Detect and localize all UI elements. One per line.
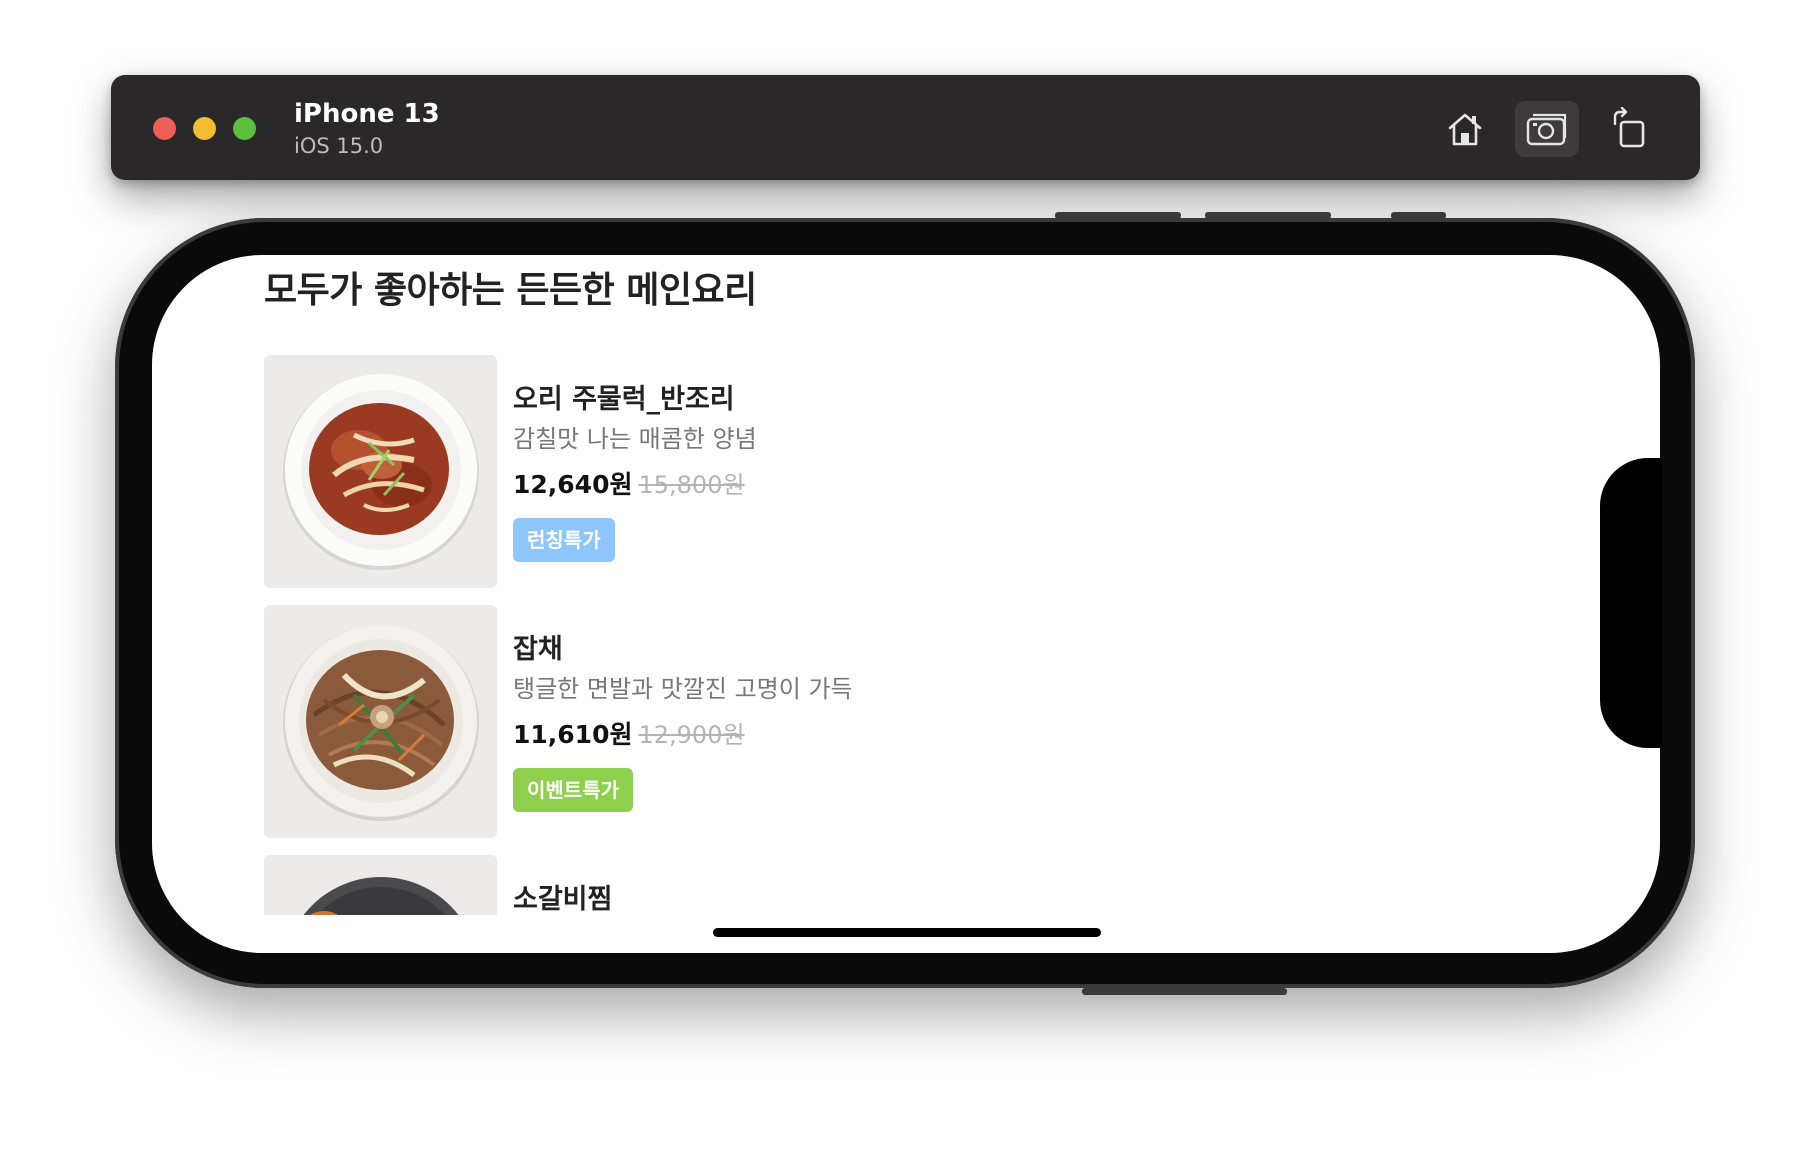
original-price: 12,900원 [638, 721, 745, 749]
original-price: 15,800원 [638, 471, 745, 499]
device-name: iPhone 13 [294, 99, 440, 129]
rotate-button[interactable] [1597, 101, 1661, 157]
promo-badge: 런칭특가 [513, 518, 615, 562]
volume-up-side-button [1055, 212, 1181, 219]
promo-badge: 이벤트특가 [513, 768, 633, 812]
minimize-window-button[interactable] [193, 117, 216, 140]
power-side-button [1082, 988, 1287, 995]
home-indicator[interactable] [713, 928, 1101, 937]
product-image-duck [264, 355, 497, 588]
product-name: 오리 주물럭_반조리 [513, 384, 735, 415]
sale-price: 12,640원 [513, 470, 633, 499]
product-description: 탱글한 면발과 맛깔진 고명이 가득 [513, 675, 853, 703]
price-row: 12,640원 15,800원 [513, 465, 1113, 508]
product-description: 감칠맛 나는 매콤한 양념 [513, 425, 757, 453]
product-info: 소갈비찜 [513, 881, 1113, 915]
simulator-titlebar: iPhone 13 iOS 15.0 [111, 75, 1700, 180]
mute-side-button [1391, 212, 1446, 219]
product-info: 오리 주물럭_반조리 감칠맛 나는 매콤한 양념 12,640원 15,800원 … [513, 381, 1113, 562]
os-version: iOS 15.0 [294, 134, 384, 158]
zoom-window-button[interactable] [233, 117, 256, 140]
screenshot-button[interactable] [1515, 101, 1579, 157]
product-image-japchae [264, 605, 497, 838]
section-title: 모두가 좋아하는 든든한 메인요리 [264, 270, 757, 311]
camera-icon [1526, 113, 1567, 146]
product-info: 잡채 탱글한 면발과 맛깔진 고명이 가득 11,610원 12,900원 이벤트… [513, 631, 1113, 812]
home-button[interactable] [1433, 101, 1497, 157]
scroll-view[interactable]: 모두가 좋아하는 든든한 메인요리 오리 주물럭_반조리 감칠맛 나는 매콤한 … [152, 255, 1660, 915]
price-row: 11,610원 12,900원 [513, 715, 1113, 758]
product-image-galbijjim [264, 855, 497, 915]
volume-down-side-button [1205, 212, 1331, 219]
close-window-button[interactable] [153, 117, 176, 140]
home-icon [1448, 113, 1482, 146]
sensor-notch [1600, 458, 1662, 748]
product-name: 잡채 [513, 634, 563, 665]
rotate-icon [1613, 107, 1645, 148]
device-screen: 모두가 좋아하는 든든한 메인요리 오리 주물럭_반조리 감칠맛 나는 매콤한 … [152, 255, 1660, 953]
sale-price: 11,610원 [513, 720, 633, 749]
product-name: 소갈비찜 [513, 884, 613, 915]
